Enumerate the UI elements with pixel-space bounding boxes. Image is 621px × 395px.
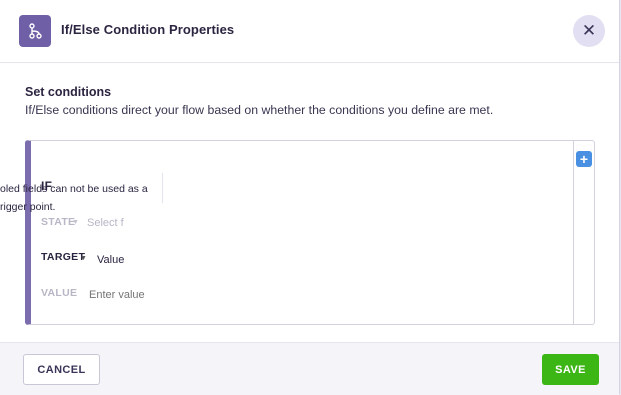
- condition-card: + IF STATE ▼ Select f TARGET ▼ Value VAL…: [25, 140, 595, 325]
- plus-icon: +: [579, 151, 589, 167]
- add-condition-button[interactable]: +: [576, 151, 592, 167]
- dialog-body: Set conditions If/Else conditions direct…: [0, 63, 619, 342]
- state-select[interactable]: Select f: [87, 217, 124, 229]
- dialog-header: If/Else Condition Properties ✕: [0, 0, 619, 63]
- tooltip-line: rigger point.: [0, 201, 56, 213]
- dialog-footer: CANCEL SAVE: [0, 342, 619, 395]
- value-label: VALUE: [41, 287, 78, 299]
- save-button[interactable]: SAVE: [542, 354, 599, 385]
- close-icon: ✕: [581, 21, 597, 40]
- section-title: Set conditions: [25, 85, 112, 99]
- target-label: TARGET: [41, 251, 86, 263]
- target-select[interactable]: Value: [97, 254, 124, 266]
- condition-divider: [573, 141, 574, 324]
- state-label: STATE: [41, 216, 76, 228]
- section-description: If/Else conditions direct your flow base…: [25, 103, 494, 117]
- chevron-down-icon: ▼: [80, 255, 87, 262]
- tooltip: oled fields can not be used as a rigger …: [0, 180, 200, 216]
- close-button[interactable]: ✕: [573, 15, 605, 47]
- dialog-title: If/Else Condition Properties: [61, 22, 235, 37]
- value-input[interactable]: [89, 289, 289, 301]
- flow-branch-icon: [19, 15, 51, 47]
- chevron-down-icon: ▼: [72, 219, 79, 226]
- if-else-properties-dialog: If/Else Condition Properties ✕ Set condi…: [0, 0, 620, 395]
- cancel-button[interactable]: CANCEL: [23, 354, 100, 385]
- tooltip-line: oled fields can not be used as a: [0, 183, 148, 195]
